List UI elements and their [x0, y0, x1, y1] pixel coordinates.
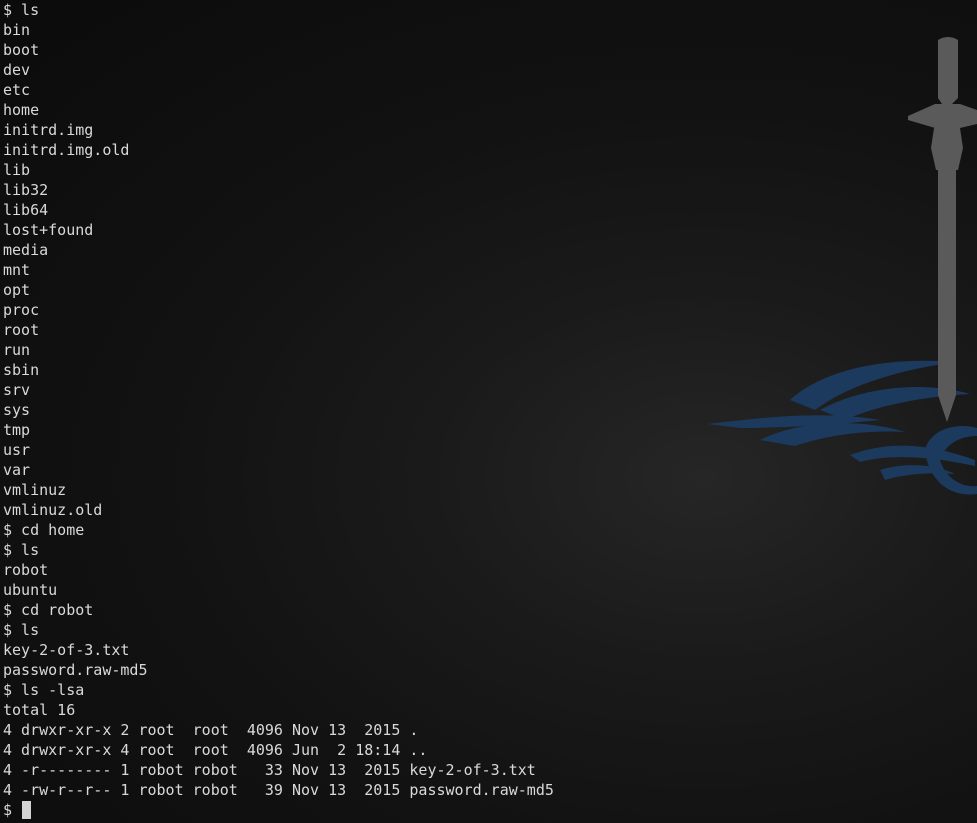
output-line: boot — [3, 41, 40, 59]
output-line: etc — [3, 81, 31, 99]
output-line: initrd.img — [3, 121, 94, 139]
output-line: tmp — [3, 421, 31, 439]
output-line: mnt — [3, 261, 31, 279]
output-line: robot — [3, 561, 49, 579]
output-line: root — [3, 321, 40, 339]
output-line: vmlinuz — [3, 481, 67, 499]
command-line: $ ls — [3, 541, 40, 559]
output-line: lib — [3, 161, 31, 179]
output-line: dev — [3, 61, 31, 79]
output-line: 4 drwxr-xr-x 2 root root 4096 Nov 13 201… — [3, 721, 419, 739]
output-line: 4 -rw-r--r-- 1 robot robot 39 Nov 13 201… — [3, 781, 554, 799]
output-line: var — [3, 461, 31, 479]
output-line: usr — [3, 441, 31, 459]
text-cursor — [22, 801, 32, 819]
output-line: total 16 — [3, 701, 76, 719]
output-line: initrd.img.old — [3, 141, 130, 159]
output-line: lost+found — [3, 221, 94, 239]
output-line: sys — [3, 401, 31, 419]
output-line: ubuntu — [3, 581, 58, 599]
output-line: vmlinuz.old — [3, 501, 103, 519]
output-line: key-2-of-3.txt — [3, 641, 130, 659]
command-line: $ ls -lsa — [3, 681, 85, 699]
command-line: $ ls — [3, 621, 40, 639]
output-line: 4 drwxr-xr-x 4 root root 4096 Jun 2 18:1… — [3, 741, 428, 759]
prompt-symbol: $ — [3, 801, 22, 819]
output-line: password.raw-md5 — [3, 661, 148, 679]
command-line: $ cd home — [3, 521, 85, 539]
output-line: proc — [3, 301, 40, 319]
output-line: lib64 — [3, 201, 49, 219]
output-line: 4 -r-------- 1 robot robot 33 Nov 13 201… — [3, 761, 536, 779]
output-line: home — [3, 101, 40, 119]
prompt-line[interactable]: $ — [3, 800, 973, 820]
output-line: sbin — [3, 361, 40, 379]
output-line: srv — [3, 381, 31, 399]
output-line: lib32 — [3, 181, 49, 199]
command-line: $ ls — [3, 1, 40, 19]
output-line: run — [3, 341, 31, 359]
command-line: $ cd robot — [3, 601, 94, 619]
output-line: opt — [3, 281, 31, 299]
output-line: media — [3, 241, 49, 259]
output-line: bin — [3, 21, 31, 39]
terminal-output[interactable]: $ ls bin boot dev etc home initrd.img initrd.im… — [3, 0, 973, 823]
